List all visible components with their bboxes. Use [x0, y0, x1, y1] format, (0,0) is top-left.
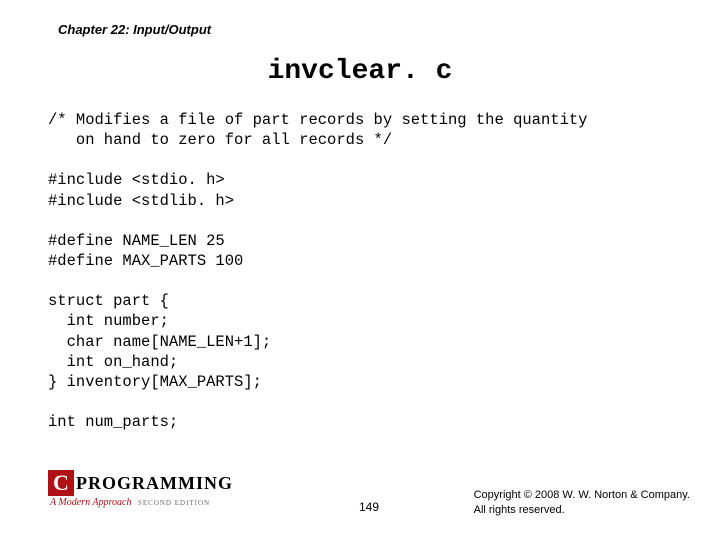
- logo-subtitle: A Modern Approach SECOND EDITION: [50, 497, 278, 508]
- page-number: 149: [359, 500, 379, 514]
- book-logo: C PROGRAMMING A Modern Approach SECOND E…: [48, 470, 278, 508]
- logo-c-icon: C: [48, 470, 74, 496]
- logo-top-row: C PROGRAMMING: [48, 470, 278, 496]
- logo-sub-text: A Modern Approach: [50, 497, 131, 508]
- code-listing: /* Modifies a file of part records by se…: [48, 110, 588, 432]
- footer: C PROGRAMMING A Modern Approach SECOND E…: [48, 470, 690, 520]
- copyright-line-1: Copyright © 2008 W. W. Norton & Company.: [474, 488, 690, 503]
- logo-word: PROGRAMMING: [76, 473, 233, 494]
- logo-edition: SECOND EDITION: [138, 499, 210, 507]
- copyright-line-2: All rights reserved.: [474, 503, 690, 518]
- chapter-heading: Chapter 22: Input/Output: [58, 22, 211, 37]
- page-title: invclear. c: [0, 56, 720, 87]
- copyright: Copyright © 2008 W. W. Norton & Company.…: [474, 488, 690, 518]
